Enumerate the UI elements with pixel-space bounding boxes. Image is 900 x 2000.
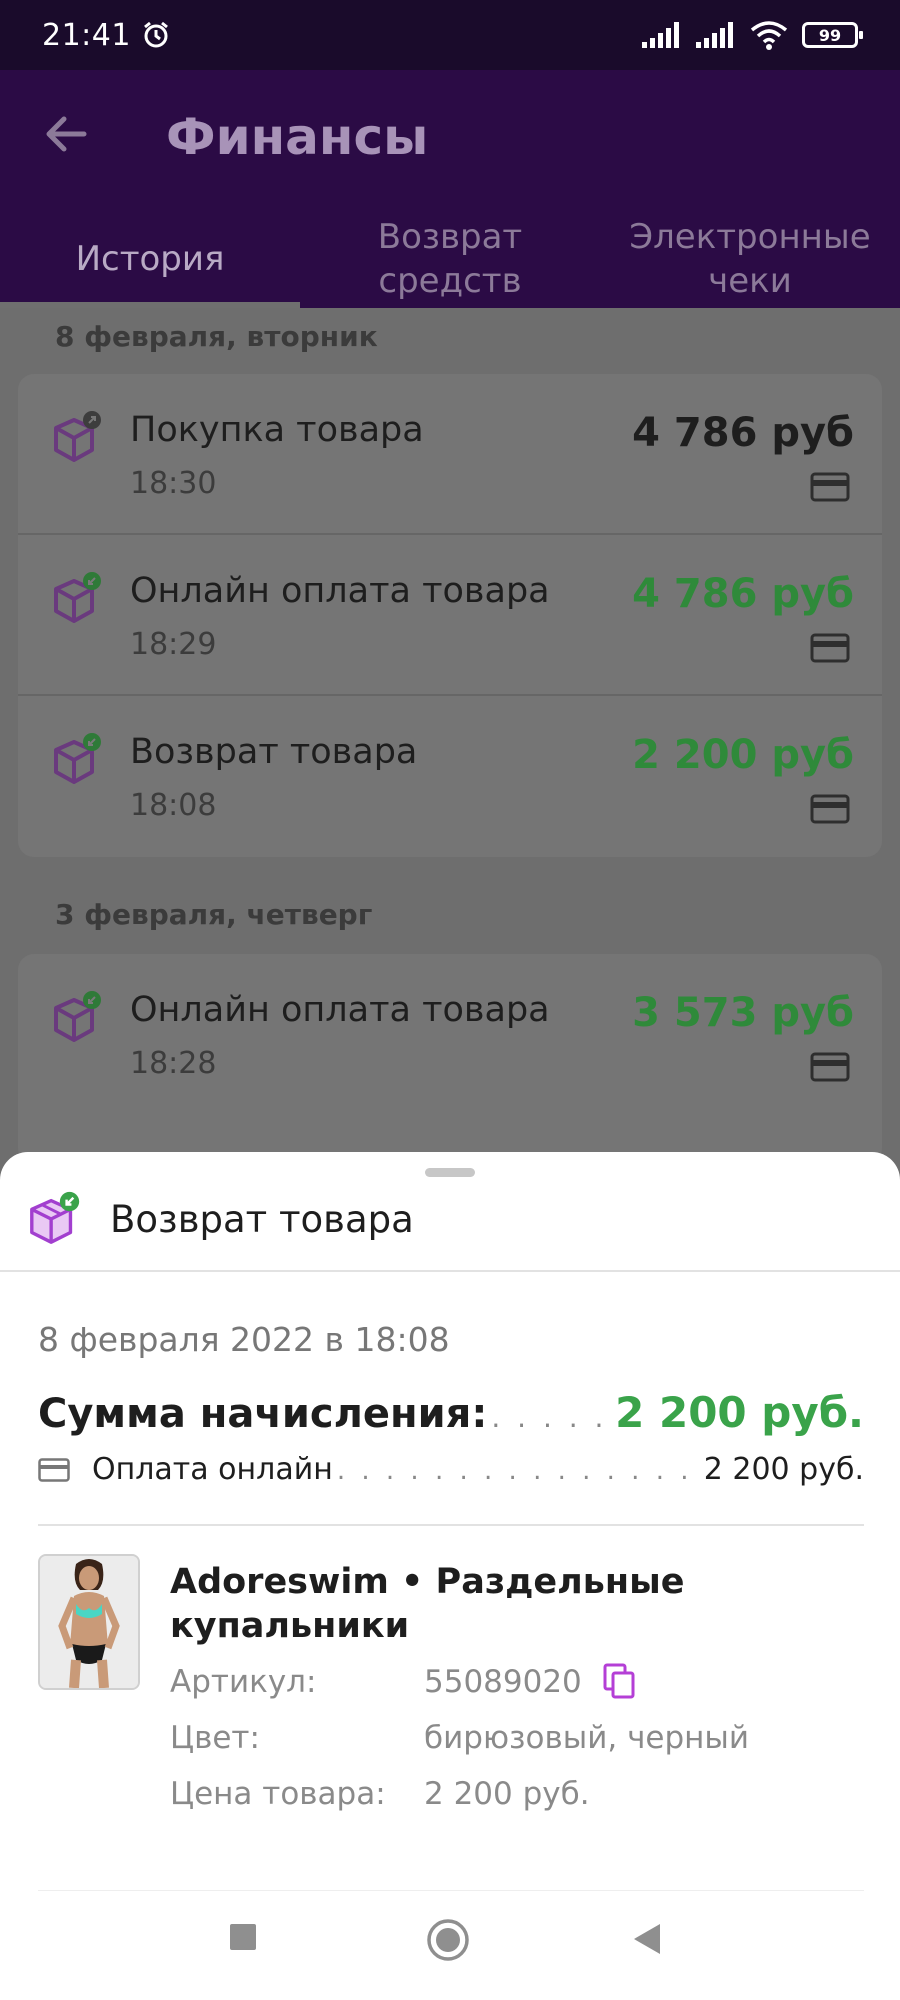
alarm-icon — [144, 21, 168, 48]
copy-icon[interactable] — [602, 1662, 636, 1700]
system-nav-bar — [0, 1890, 900, 2000]
color-value: бирюзовый, черный — [424, 1720, 750, 1756]
box-incoming-icon — [54, 991, 101, 1042]
price-value: 2 200 руб. — [424, 1776, 590, 1812]
card-icon — [810, 472, 850, 502]
card-icon — [810, 633, 850, 663]
date-header: 8 февраля, вторник — [55, 320, 378, 353]
page-title: Финансы — [166, 108, 429, 166]
wifi-icon — [750, 21, 788, 50]
transaction-time: 18:29 — [130, 627, 217, 662]
tab-history[interactable]: История — [0, 210, 300, 308]
status-time: 21:41 — [42, 17, 131, 53]
article-label: Артикул: — [170, 1664, 317, 1700]
box-incoming-icon — [30, 1191, 80, 1244]
transaction-time: 18:28 — [130, 1046, 217, 1081]
app-header: Финансы История Возврат средств Электрон… — [0, 70, 900, 308]
sum-label: Сумма начисления: — [38, 1391, 488, 1437]
payment-label: Оплата онлайн — [92, 1452, 333, 1487]
card-icon — [38, 1457, 70, 1482]
divider — [38, 1524, 864, 1526]
price-label: Цена товара: — [170, 1776, 386, 1812]
tab-refunds[interactable]: Возврат средств — [300, 210, 600, 308]
transaction-amount: 2 200 руб — [632, 732, 854, 778]
tab-label: Электронные чеки — [629, 217, 871, 301]
status-bar: 21:41 99 — [0, 0, 900, 70]
article-value: 55089020 — [424, 1664, 582, 1700]
transaction-row[interactable]: Возврат товара 18:08 2 200 руб — [18, 696, 882, 857]
signal-icon — [696, 22, 733, 48]
box-outgoing-icon — [54, 411, 101, 462]
color-label: Цвет: — [170, 1720, 260, 1756]
card-icon — [810, 794, 850, 824]
transaction-amount: 3 573 руб — [632, 990, 854, 1036]
transaction-title: Онлайн оплата товара — [130, 990, 550, 1030]
tab-label: История — [75, 239, 225, 279]
transaction-card: Онлайн оплата товара 18:28 3 573 руб — [18, 954, 882, 1164]
transaction-card: Покупка товара 18:30 4 786 руб Онлайн оп… — [18, 374, 882, 857]
signal-icon — [642, 22, 679, 48]
battery-level: 99 — [818, 25, 842, 45]
transaction-time: 18:08 — [130, 788, 217, 823]
transaction-title: Возврат товара — [130, 732, 418, 772]
product-image[interactable] — [38, 1554, 140, 1690]
transaction-row[interactable]: Онлайн оплата товара 18:29 4 786 руб — [18, 535, 882, 696]
transaction-details-sheet: Возврат товара 8 февраля 2022 в 18:08 Су… — [0, 1152, 900, 2000]
transaction-datetime: 8 февраля 2022 в 18:08 — [38, 1320, 450, 1359]
sheet-title: Возврат товара — [110, 1198, 414, 1241]
recents-icon[interactable] — [228, 1922, 258, 1952]
transaction-amount: 4 786 руб — [632, 571, 854, 617]
back-arrow-icon[interactable] — [40, 108, 92, 160]
tab-bar: История Возврат средств Электронные чеки — [0, 210, 900, 308]
back-nav-icon[interactable] — [632, 1922, 662, 1956]
sum-value: 2 200 руб. — [615, 1388, 864, 1437]
payment-row: Оплата онлайн . . . . . . . . . . . . . … — [38, 1452, 864, 1487]
sheet-grabber[interactable] — [425, 1168, 475, 1177]
home-icon[interactable] — [426, 1918, 470, 1962]
dot-leader: . . . . . . . . . . . . . . . . . . . . — [491, 1401, 611, 1434]
dot-leader: . . . . . . . . . . . . . . . . . . . . … — [336, 1456, 700, 1486]
transactions-list: 8 февраля, вторник Покупка товара 18:30 … — [0, 308, 900, 1164]
transaction-title: Покупка товара — [130, 410, 424, 450]
sum-row: Сумма начисления: . . . . . . . . . . . … — [38, 1388, 864, 1437]
payment-value: 2 200 руб. — [703, 1452, 864, 1487]
box-incoming-icon — [54, 572, 101, 623]
card-icon — [810, 1052, 850, 1082]
tab-label: Возврат средств — [377, 217, 523, 301]
tab-e-receipts[interactable]: Электронные чеки — [600, 210, 900, 308]
transaction-row[interactable]: Онлайн оплата товара 18:28 3 573 руб — [18, 954, 882, 1115]
swimsuit-photo — [40, 1556, 138, 1688]
transaction-time: 18:30 — [130, 466, 217, 501]
date-header: 3 февраля, четверг — [55, 898, 373, 931]
transaction-title: Онлайн оплата товара — [130, 571, 550, 611]
battery-icon: 99 — [802, 22, 863, 48]
transaction-amount: 4 786 руб — [632, 410, 854, 456]
box-incoming-icon — [54, 733, 101, 784]
divider — [0, 1270, 900, 1272]
transaction-row[interactable]: Покупка товара 18:30 4 786 руб — [18, 374, 882, 535]
product-name: Adoreswim • Раздельные купальники — [170, 1562, 685, 1646]
